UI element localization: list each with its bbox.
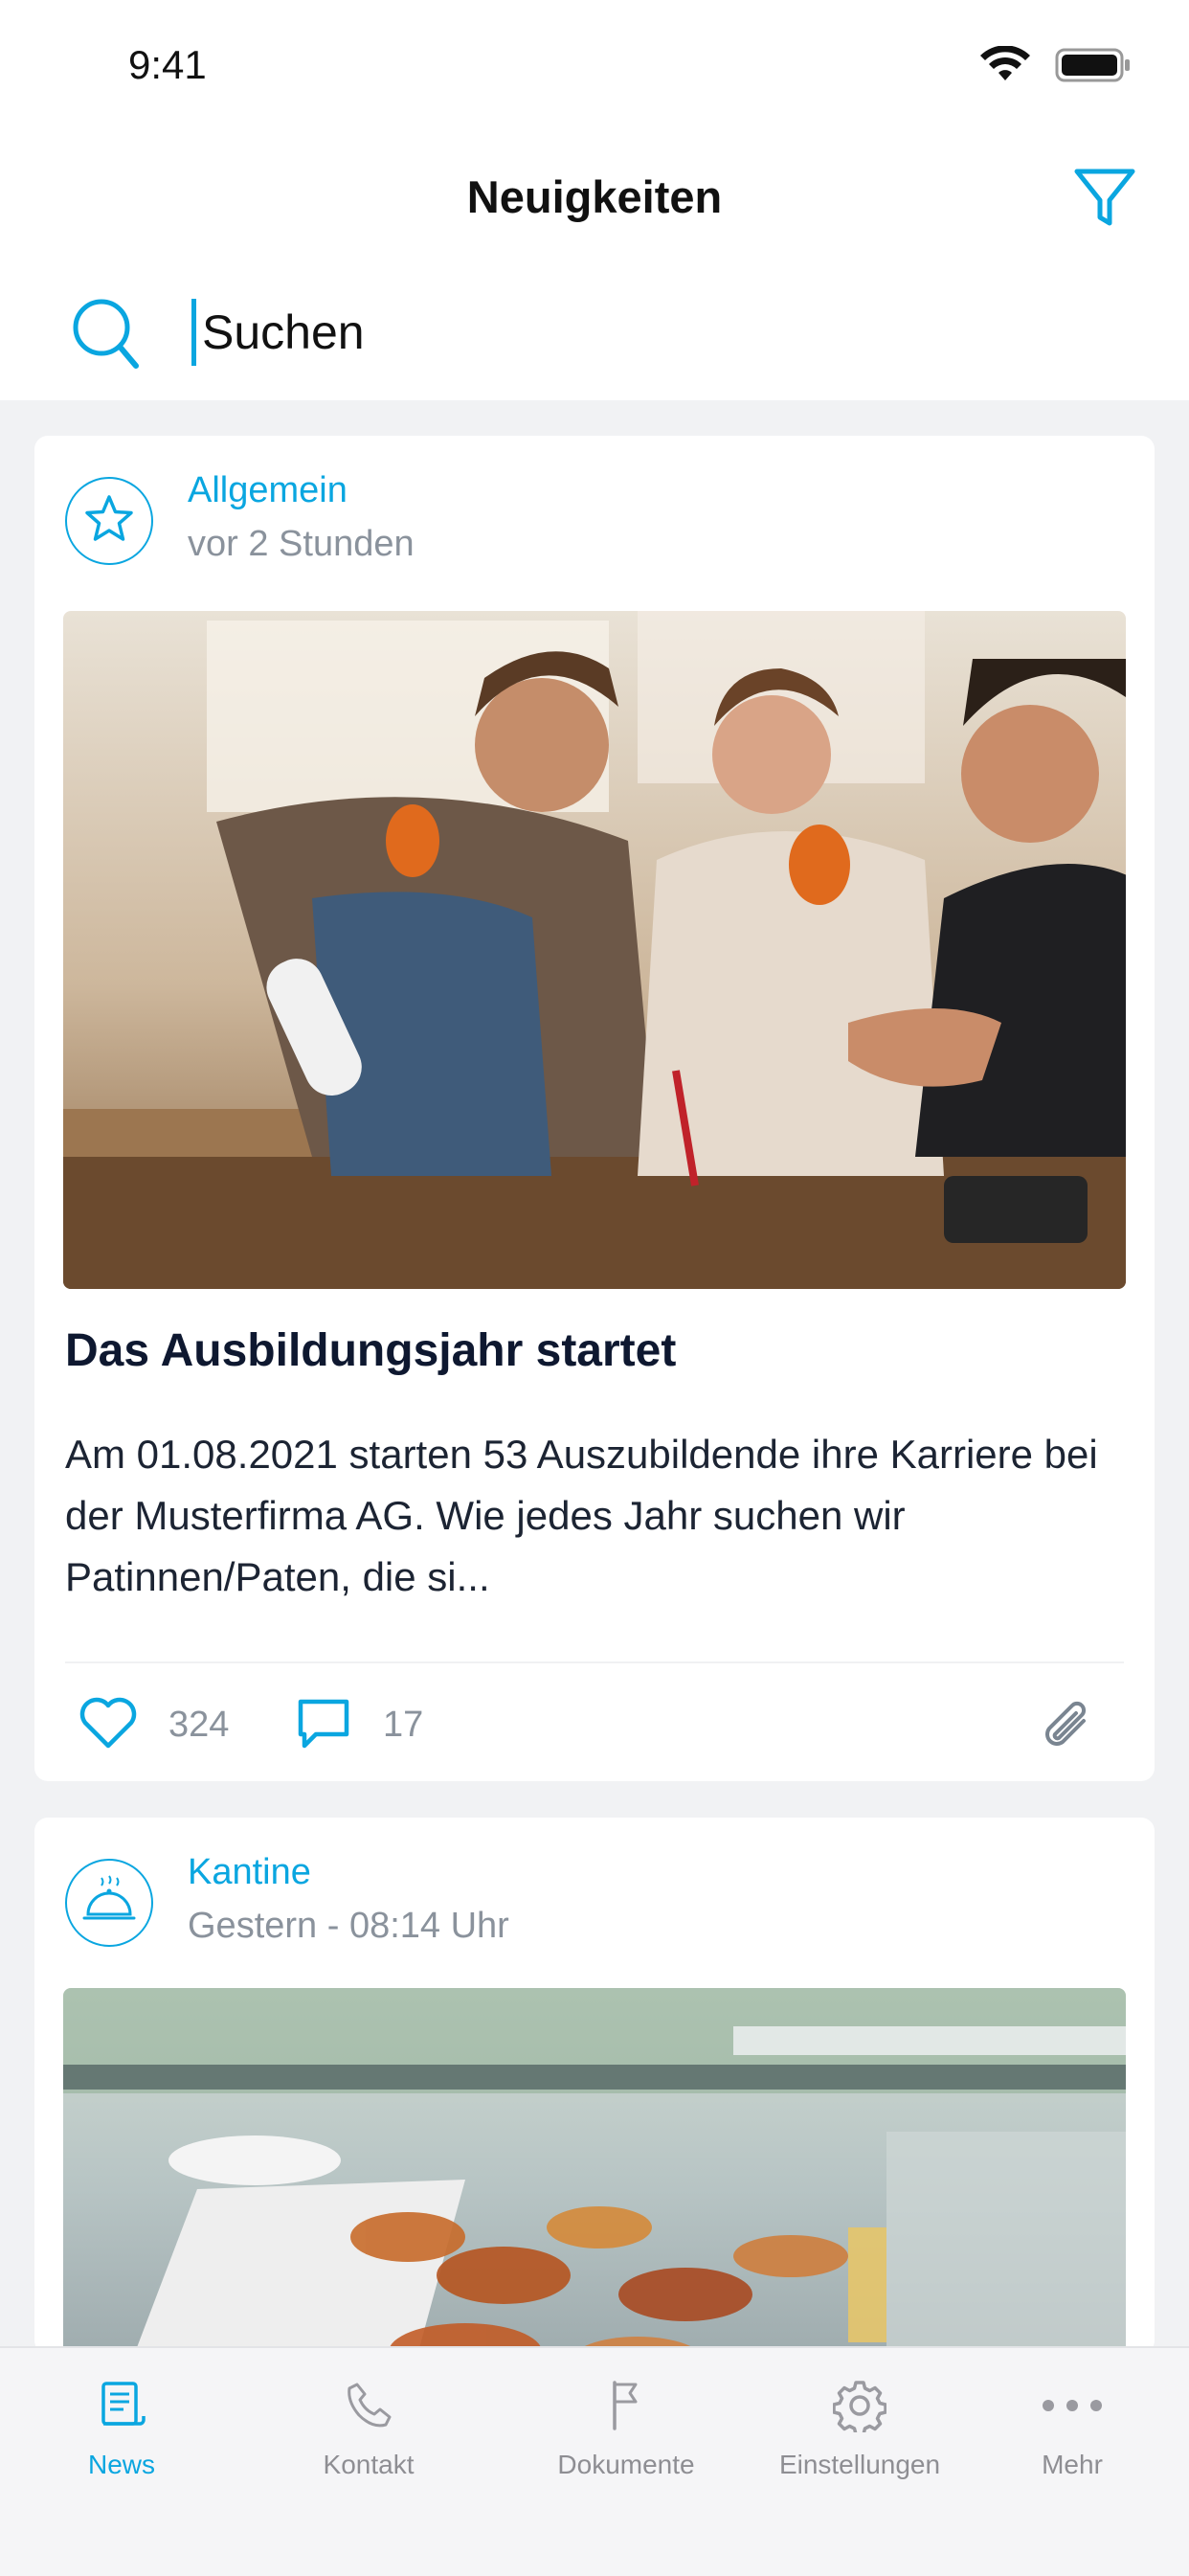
tab-label: Mehr: [1042, 2450, 1103, 2479]
search-input[interactable]: [191, 299, 1121, 366]
tab-label: Dokumente: [557, 2450, 695, 2479]
heart-icon: [79, 1696, 138, 1754]
gear-icon: [750, 2367, 970, 2444]
phone-icon: [258, 2367, 479, 2444]
search-icon: [71, 297, 142, 376]
divider: [65, 1661, 1124, 1663]
post-excerpt: Am 01.08.2021 starten 53 Auszubildende i…: [65, 1432, 1098, 1599]
tab-label: Einstellungen: [778, 2450, 941, 2479]
post-image[interactable]: [63, 611, 1126, 1289]
tab-kontakt[interactable]: Kontakt: [258, 2367, 479, 2480]
post-title[interactable]: Das Ausbildungsjahr startet: [65, 1324, 676, 1377]
star-icon: [83, 493, 135, 550]
category-name[interactable]: Allgemein: [188, 470, 348, 511]
tab-bar: News Kontakt Dokumente Einstellungen Meh…: [0, 2346, 1189, 2576]
paperclip-icon: [1042, 1701, 1095, 1757]
tab-dokumente[interactable]: Dokumente: [516, 2367, 736, 2480]
more-icon: [962, 2367, 1182, 2444]
category-avatar: [65, 1859, 153, 1947]
comment-icon: [295, 1696, 352, 1754]
category-avatar: [65, 477, 153, 565]
tab-einstellungen[interactable]: Einstellungen: [750, 2367, 970, 2480]
page-title: Neuigkeiten: [466, 171, 723, 222]
comment-count: 17: [383, 1705, 424, 1745]
battery-icon: [1055, 46, 1132, 89]
news-card[interactable]: Allgemein vor 2 Stunden Das Ausbildungsj…: [34, 436, 1155, 1781]
tab-label: News: [87, 2450, 155, 2479]
attachment-button[interactable]: [1042, 1698, 1095, 1758]
category-name[interactable]: Kantine: [188, 1852, 311, 1893]
wifi-icon: [978, 45, 1032, 89]
post-time: Gestern - 08:14 Uhr: [188, 1906, 509, 1946]
filter-icon: [1073, 166, 1136, 234]
like-count: 324: [168, 1705, 230, 1745]
tab-label: Kontakt: [323, 2450, 415, 2479]
cloche-icon: [80, 1872, 138, 1934]
flag-icon: [516, 2367, 736, 2444]
post-time: vor 2 Stunden: [188, 524, 415, 564]
post-image[interactable]: [63, 1988, 1126, 2354]
like-button[interactable]: 324: [79, 1696, 229, 1754]
comment-button[interactable]: 17: [295, 1696, 423, 1754]
status-time: 9:41: [128, 42, 207, 87]
tab-mehr[interactable]: Mehr: [962, 2367, 1182, 2480]
top-bar: 9:41 Neuigkeiten: [0, 0, 1189, 400]
status-icons: [978, 45, 1132, 89]
news-card[interactable]: Kantine Gestern - 08:14 Uhr: [34, 1818, 1155, 2354]
news-icon: [11, 2367, 232, 2444]
filter-button[interactable]: [1070, 165, 1139, 234]
tab-news[interactable]: News: [11, 2367, 232, 2480]
